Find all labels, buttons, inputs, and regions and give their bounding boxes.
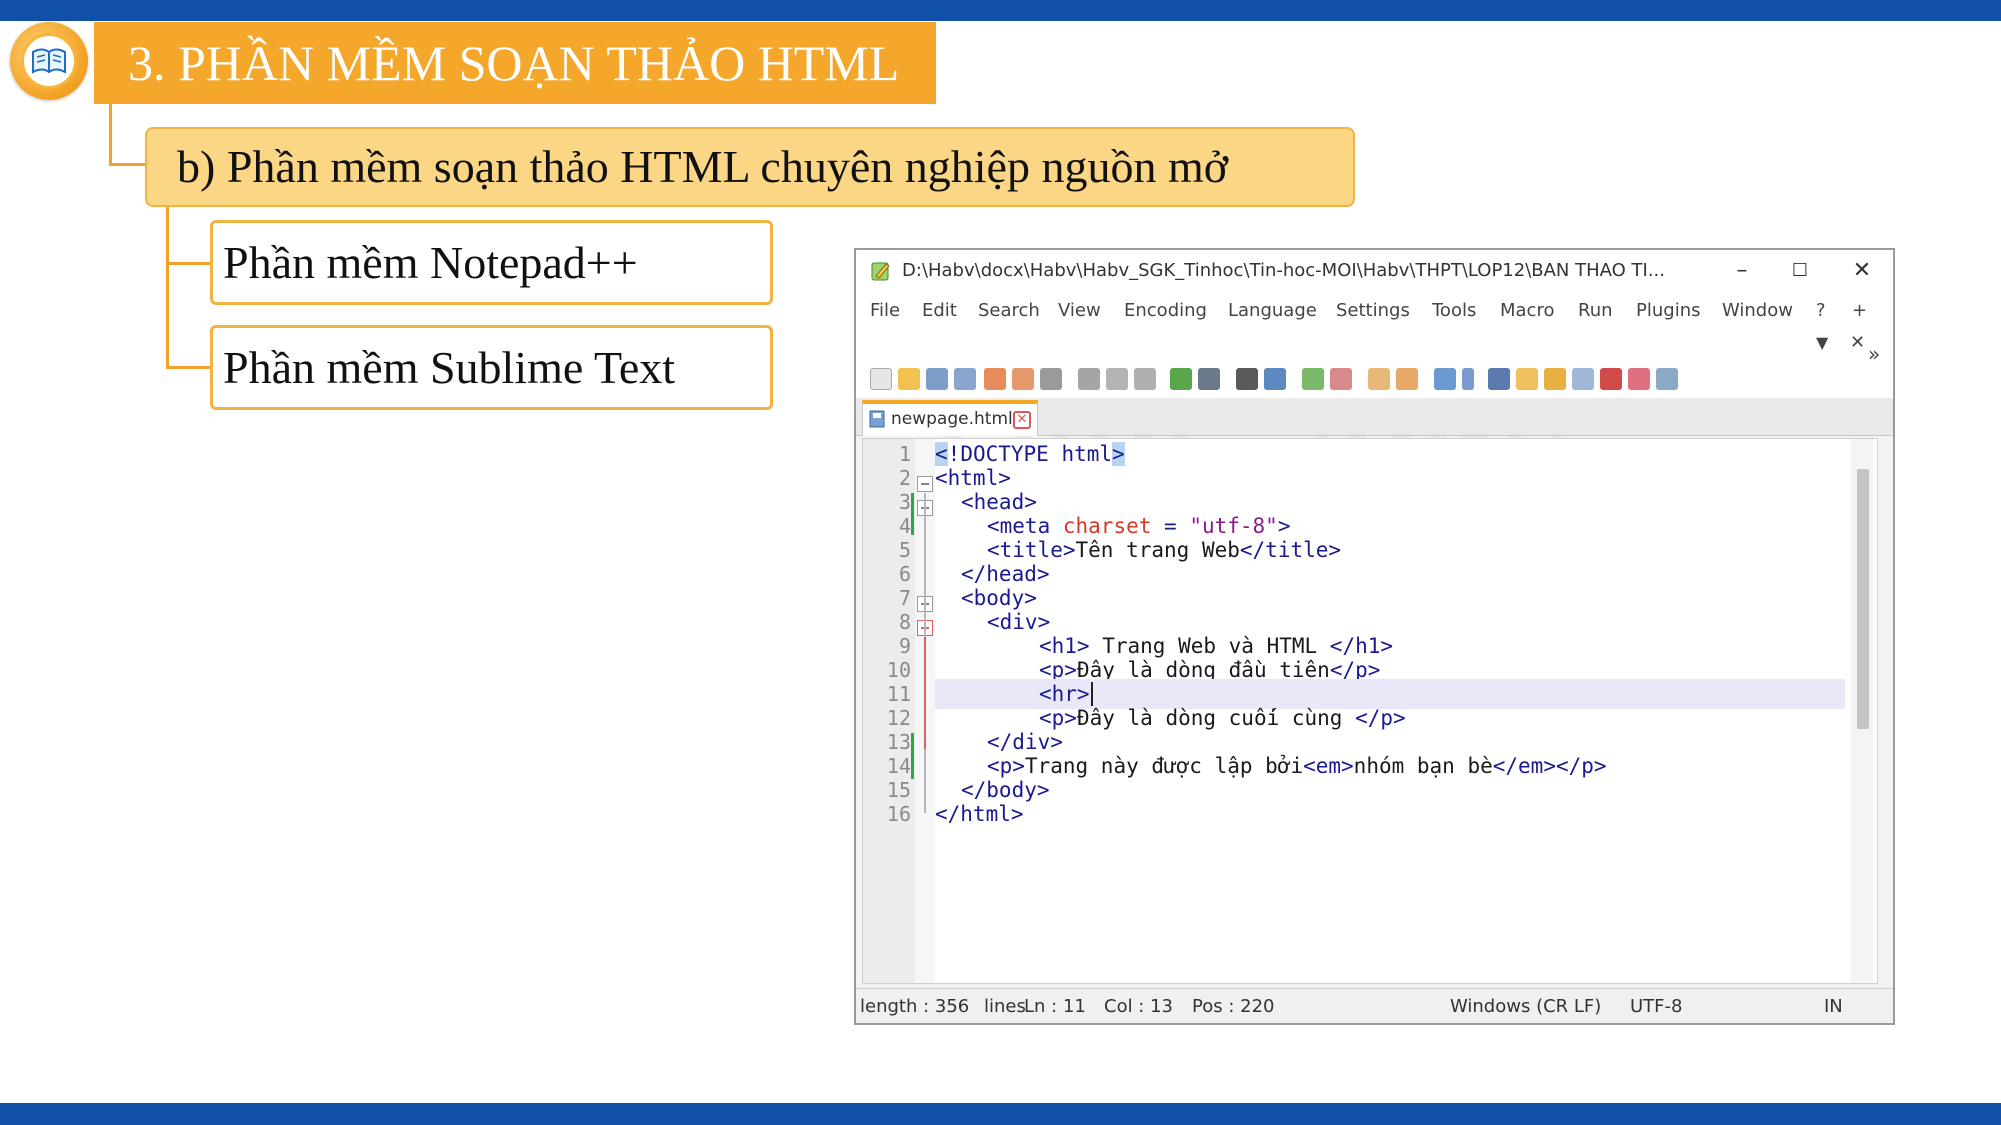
notepad-plus-plus-window: TRI THỨC CUỘC SỐNG D:\Habv\docx\Habv\Hab… xyxy=(854,248,1895,1025)
tab-close-icon[interactable]: ✕ xyxy=(1013,411,1031,429)
close-file-icon[interactable] xyxy=(984,368,1006,390)
new-file-icon[interactable] xyxy=(870,368,892,390)
sync-horizontal-icon[interactable] xyxy=(1396,368,1418,390)
zoom-in-icon[interactable] xyxy=(1302,368,1324,390)
copy-icon[interactable] xyxy=(1106,368,1128,390)
open-folder-icon[interactable] xyxy=(898,368,920,390)
indent-guide-icon[interactable] xyxy=(1488,368,1510,390)
folder-workspace-icon[interactable] xyxy=(1600,368,1622,390)
menu-language[interactable]: Language xyxy=(1228,292,1317,330)
window-title: D:\Habv\docx\Habv\Habv_SGK_Tinhoc\Tin-ho… xyxy=(902,260,1666,281)
menu-encoding[interactable]: Encoding xyxy=(1124,292,1207,330)
title-bar: D:\Habv\docx\Habv\Habv_SGK_Tinhoc\Tin-ho… xyxy=(856,250,1893,292)
tree-connector xyxy=(166,207,169,369)
scrollbar-thumb[interactable] xyxy=(1857,469,1869,729)
slide-subtitle: b) Phần mềm soạn thảo HTML chuyên nghiệp… xyxy=(145,127,1355,207)
change-marker xyxy=(911,493,914,535)
dropdown-arrow-icon[interactable]: ▼ xyxy=(1816,324,1828,362)
menu-tools[interactable]: Tools xyxy=(1432,292,1476,330)
toolbar: ▼ ✕ » xyxy=(856,330,1893,398)
paste-icon[interactable] xyxy=(1134,368,1156,390)
code-line: 16 </html> xyxy=(886,802,1024,826)
monitoring-icon[interactable] xyxy=(1628,368,1650,390)
status-insert-mode: IN xyxy=(1824,996,1843,1017)
change-marker xyxy=(911,733,914,779)
tree-connector xyxy=(109,104,112,166)
menu-window[interactable]: Window xyxy=(1722,292,1793,330)
menu-view[interactable]: View xyxy=(1058,292,1101,330)
tab-bar: newpage.html ✕ xyxy=(856,398,1893,436)
tree-connector xyxy=(166,262,211,265)
menu-edit[interactable]: Edit xyxy=(922,292,957,330)
menu-macro[interactable]: Macro xyxy=(1500,292,1554,330)
show-all-chars-icon[interactable] xyxy=(1462,368,1474,390)
udl-icon[interactable] xyxy=(1516,368,1538,390)
close-doc-icon[interactable]: ✕ xyxy=(1850,324,1865,362)
cut-icon[interactable] xyxy=(1078,368,1100,390)
status-line-number: Ln : 11 xyxy=(1024,996,1086,1017)
print-icon[interactable] xyxy=(1040,368,1062,390)
top-bar xyxy=(0,0,2001,21)
tab-label: newpage.html xyxy=(891,409,1013,429)
item-sublime-text: Phần mềm Sublime Text xyxy=(210,325,773,410)
fold-line xyxy=(924,637,926,749)
menu-search[interactable]: Search xyxy=(978,292,1040,330)
status-column: Col : 13 xyxy=(1104,996,1173,1017)
book-logo-icon xyxy=(10,22,88,100)
menu-run[interactable]: Run xyxy=(1578,292,1613,330)
sync-vertical-icon[interactable] xyxy=(1368,368,1390,390)
status-lines: lines xyxy=(984,996,1026,1017)
undo-icon[interactable] xyxy=(1170,368,1192,390)
doc-map-icon[interactable] xyxy=(1544,368,1566,390)
menu-plugins[interactable]: Plugins xyxy=(1636,292,1700,330)
slide-title: 3. PHẦN MỀM SOẠN THẢO HTML xyxy=(94,22,936,104)
code-area: 1 <!DOCTYPE html> 2 <html> 3 <head> 4 <m… xyxy=(886,439,1845,983)
status-bar: length : 356 lines Ln : 11 Col : 13 Pos … xyxy=(856,988,1893,1023)
status-eol: Windows (CR LF) xyxy=(1450,996,1602,1017)
close-all-icon[interactable] xyxy=(1012,368,1034,390)
close-button[interactable]: ✕ xyxy=(1832,250,1892,292)
save-all-icon[interactable] xyxy=(954,368,976,390)
item-notepad-plus-plus: Phần mềm Notepad++ xyxy=(210,220,773,305)
save-icon[interactable] xyxy=(926,368,948,390)
fold-toggle-icon[interactable] xyxy=(917,476,933,492)
menu-settings[interactable]: Settings xyxy=(1336,292,1410,330)
zoom-out-icon[interactable] xyxy=(1330,368,1352,390)
menu-file[interactable]: File xyxy=(870,292,900,330)
toolbar-overflow-icon[interactable]: » xyxy=(1868,344,1880,364)
file-saved-icon xyxy=(869,410,885,428)
notepad-app-icon xyxy=(871,262,890,281)
function-list-icon[interactable] xyxy=(1572,368,1594,390)
tab-newpage-html[interactable]: newpage.html ✕ xyxy=(862,400,1038,436)
tree-connector xyxy=(109,163,147,166)
status-length: length : 356 xyxy=(860,996,970,1017)
menu-bar: File Edit Search View Encoding Language … xyxy=(856,292,1893,330)
maximize-button[interactable]: ☐ xyxy=(1770,250,1830,292)
status-encoding: UTF-8 xyxy=(1630,996,1683,1017)
find-icon[interactable] xyxy=(1236,368,1258,390)
code-editor[interactable]: 1 <!DOCTYPE html> 2 <html> 3 <head> 4 <m… xyxy=(862,438,1878,984)
replace-icon[interactable] xyxy=(1264,368,1286,390)
word-wrap-icon[interactable] xyxy=(1434,368,1456,390)
minimize-button[interactable]: – xyxy=(1712,250,1772,292)
record-macro-icon[interactable] xyxy=(1656,368,1678,390)
bottom-bar xyxy=(0,1103,2001,1125)
tree-connector xyxy=(166,366,211,369)
status-position: Pos : 220 xyxy=(1192,996,1275,1017)
redo-icon[interactable] xyxy=(1198,368,1220,390)
